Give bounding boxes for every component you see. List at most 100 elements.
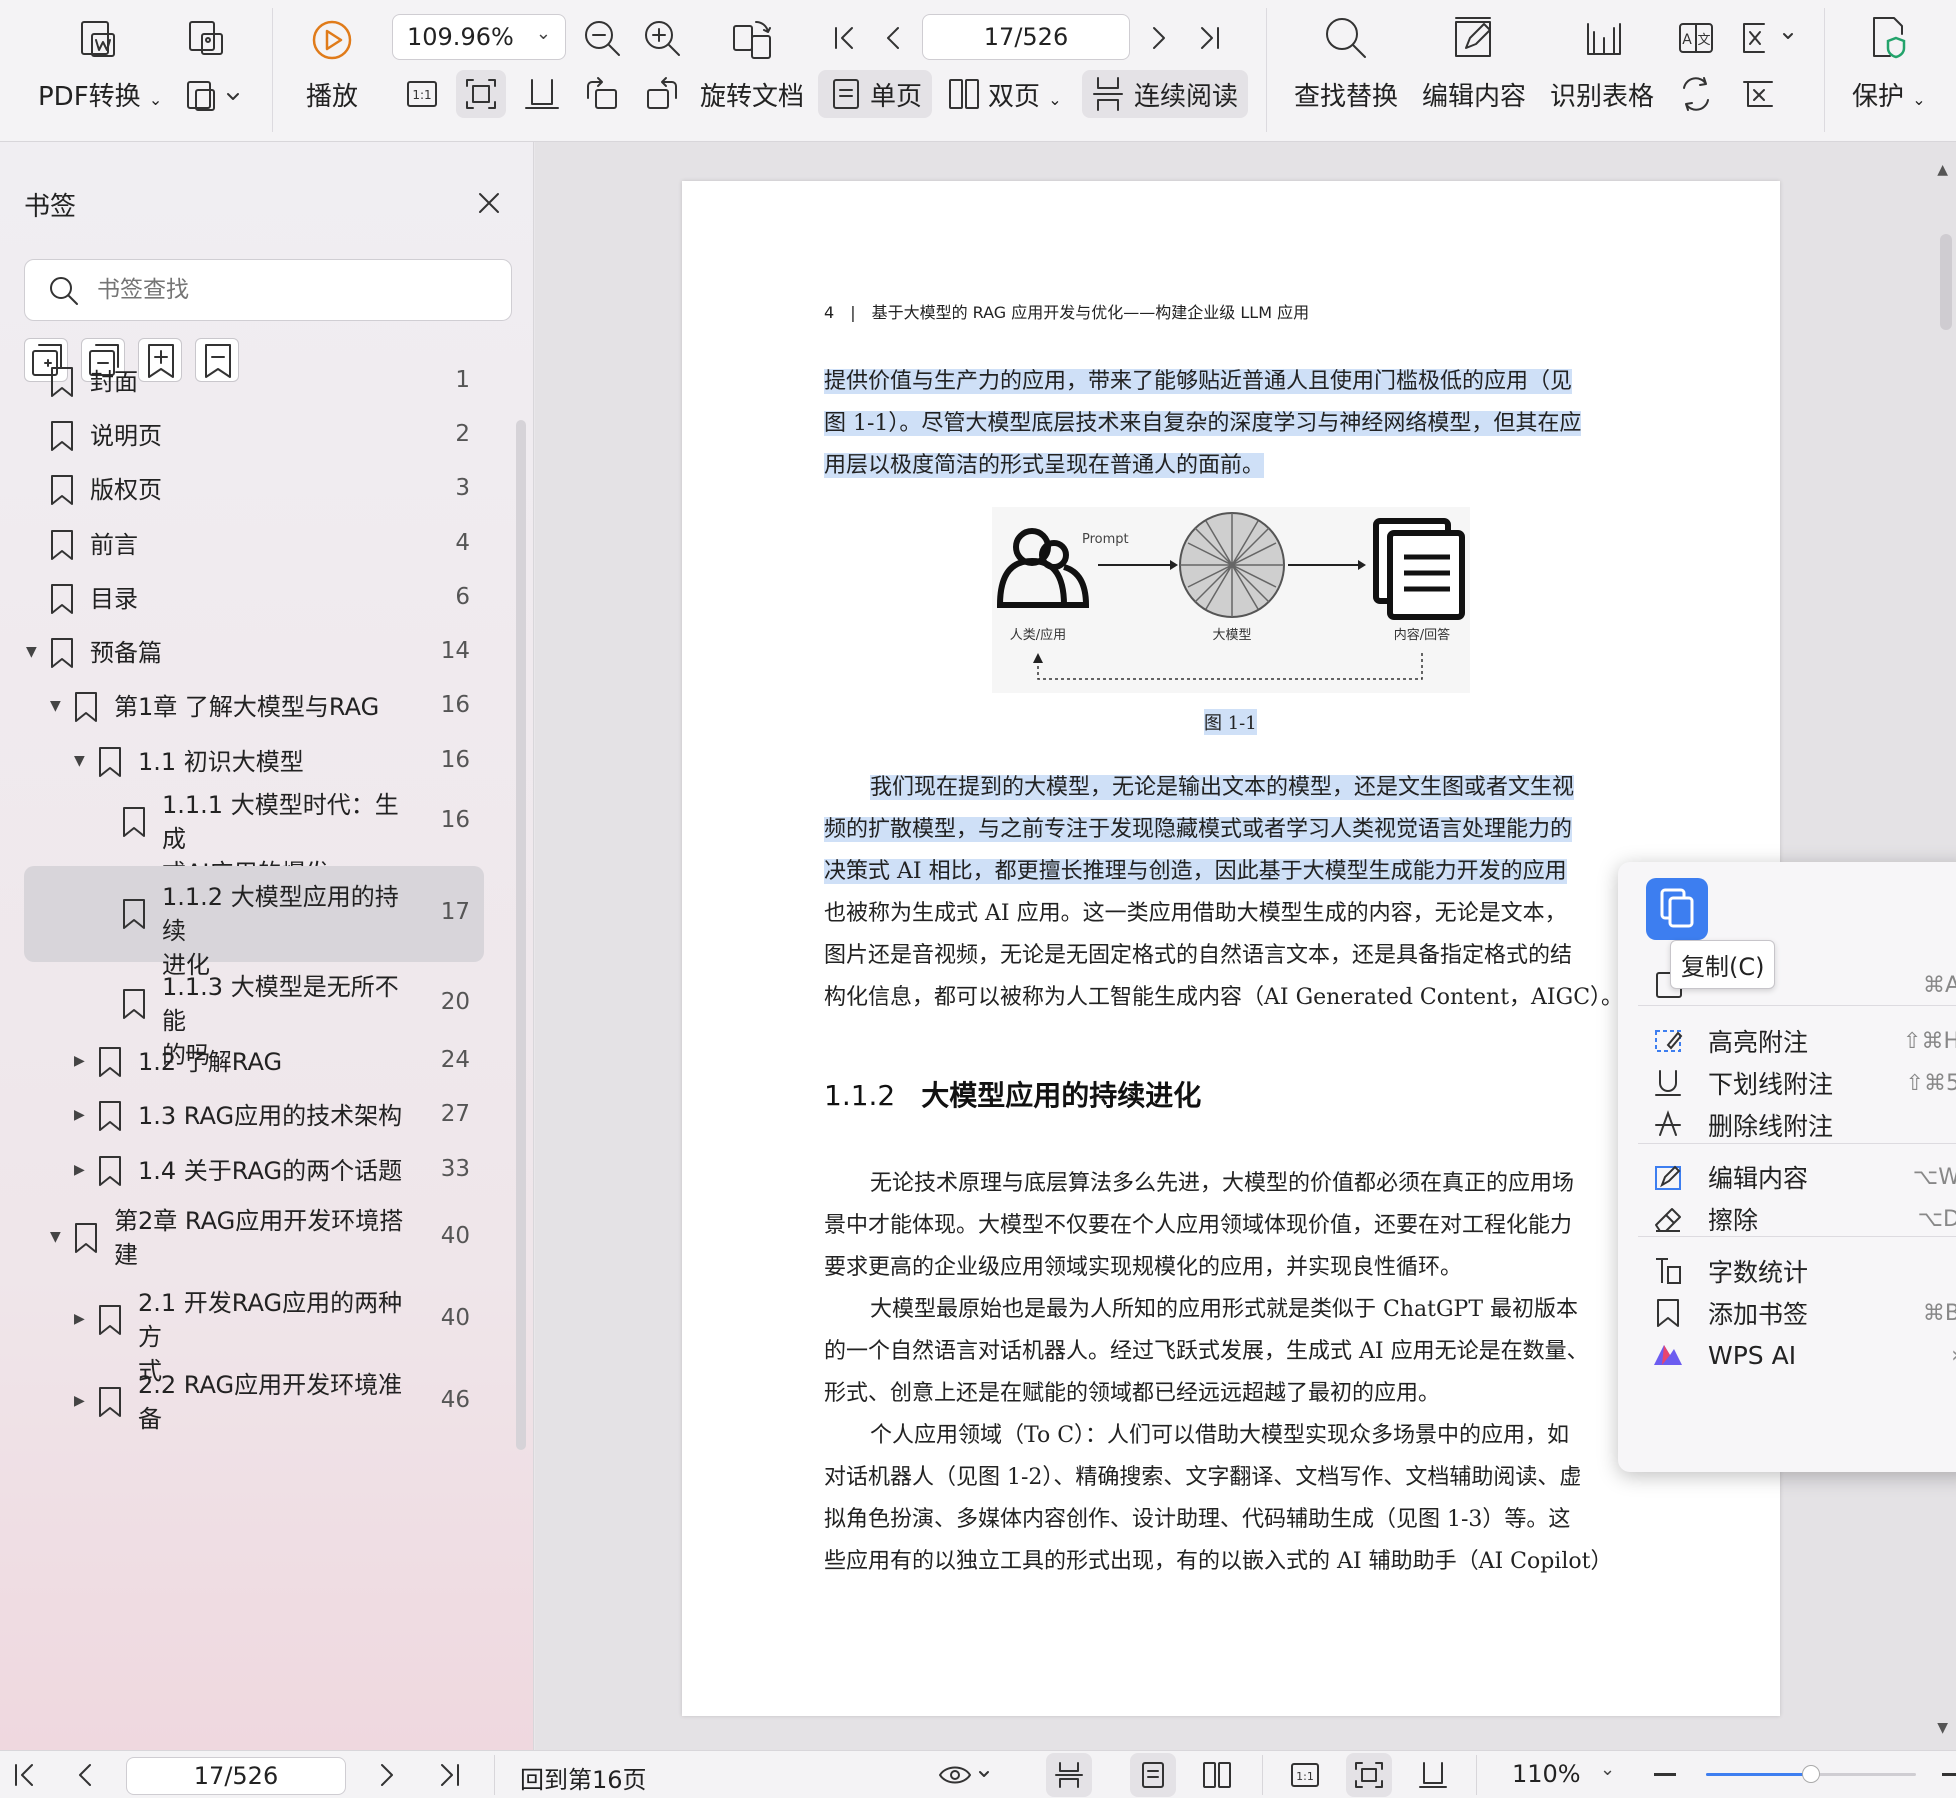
zoom-slider-thumb[interactable]	[1802, 1765, 1820, 1783]
caret-right-icon[interactable]: ▶	[74, 1107, 85, 1123]
sidebar-scrollbar[interactable]	[516, 420, 526, 1450]
status-page-input[interactable]: 17/526	[126, 1757, 346, 1795]
context-menu-item[interactable]: 删除线附注	[1638, 1102, 1956, 1148]
next-page-icon[interactable]	[1140, 20, 1176, 56]
last-page-icon[interactable]	[1192, 20, 1228, 56]
zoom-out-icon[interactable]	[1654, 1773, 1676, 1776]
first-page-icon[interactable]	[826, 20, 862, 56]
chevron-down-icon[interactable]: ⌄	[1600, 1759, 1615, 1780]
bookmark-item[interactable]: ▼ 1.1 初识大模型 16	[24, 737, 484, 787]
scroll-down-icon[interactable]: ▼	[1937, 1720, 1948, 1736]
prev-page-icon[interactable]	[876, 20, 912, 56]
play-button[interactable]: 播放	[306, 76, 358, 113]
bookmark-item[interactable]: ▶ 1.3 RAG应用的技术架构 27	[24, 1091, 484, 1141]
caret-down-icon[interactable]: ▼	[50, 698, 61, 714]
bookmark-item[interactable]: ▶ 1.4 关于RAG的两个话题 33	[24, 1146, 484, 1196]
page-number-input[interactable]: 17/526	[922, 14, 1130, 60]
edit-content-button[interactable]: 编辑内容	[1422, 76, 1526, 113]
bookmark-item[interactable]: 目录 6	[24, 574, 484, 624]
rotate-document-icon[interactable]	[728, 16, 776, 64]
pdf-to-word-icon[interactable]	[76, 18, 120, 62]
bookmark-item[interactable]: 1.1.3 大模型是无所不能 的吗 20	[24, 966, 484, 1069]
rotate-left-icon[interactable]	[582, 74, 622, 114]
compress-icon[interactable]	[1738, 18, 1798, 58]
bookmark-label: 目录	[90, 585, 138, 613]
context-menu-item[interactable]: 字数统计	[1638, 1248, 1956, 1294]
context-menu-item[interactable]: 添加书签 ⌘B	[1638, 1290, 1956, 1336]
scroll-up-icon[interactable]: ▲	[1937, 162, 1948, 178]
rotate-right-icon[interactable]	[642, 74, 682, 114]
zoom-out-icon[interactable]	[580, 16, 624, 60]
actual-size-icon[interactable]: 1:1	[1288, 1759, 1322, 1791]
next-page-icon[interactable]	[370, 1759, 402, 1791]
eye-icon[interactable]	[936, 1759, 998, 1791]
bookmark-search-input[interactable]	[97, 272, 487, 308]
caret-down-icon[interactable]: ▼	[50, 1229, 61, 1245]
fit-width-icon[interactable]	[522, 74, 562, 114]
double-page-icon[interactable]	[1200, 1759, 1234, 1791]
pdf-convert-button[interactable]: PDF转换 ⌄	[38, 76, 162, 113]
play-icon[interactable]	[310, 18, 354, 62]
continuous-read-icon[interactable]	[1052, 1759, 1086, 1791]
caret-right-icon[interactable]: ▶	[74, 1311, 85, 1327]
copy-button[interactable]	[1646, 878, 1708, 940]
bookmark-item[interactable]: ▼ 第1章 了解大模型与RAG 16	[24, 682, 484, 732]
fit-page-icon[interactable]	[1352, 1759, 1386, 1791]
shield-icon[interactable]	[1864, 14, 1912, 62]
export-dropdown-icon[interactable]	[184, 76, 246, 116]
context-menu-item[interactable]: 下划线附注 ⇧⌘5	[1638, 1060, 1956, 1106]
bookmark-item[interactable]: ▶ 2.2 RAG应用开发环境准备 46	[24, 1364, 484, 1440]
caret-right-icon[interactable]: ▶	[74, 1162, 85, 1178]
edit-content-icon[interactable]	[1450, 14, 1498, 62]
close-icon[interactable]	[472, 186, 506, 220]
caret-right-icon[interactable]: ▶	[74, 1053, 85, 1069]
search-icon[interactable]	[1322, 14, 1370, 62]
zoom-slider[interactable]	[1706, 1765, 1916, 1783]
bookmark-item[interactable]: 前言 4	[24, 520, 484, 570]
convert-image-icon[interactable]	[184, 18, 228, 62]
find-replace-button[interactable]: 查找替换	[1294, 76, 1398, 113]
form-icon[interactable]	[1738, 74, 1778, 114]
zoom-in-icon[interactable]	[1942, 1773, 1956, 1776]
bookmark-item[interactable]: ▼ 第2章 RAG应用开发环境搭建 40	[24, 1200, 484, 1276]
caret-right-icon[interactable]: ▶	[74, 1393, 85, 1409]
context-menu-item[interactable]: 高亮附注 ⇧⌘H	[1638, 1018, 1956, 1064]
recognize-table-icon[interactable]	[1580, 14, 1628, 62]
back-to-page-button[interactable]: 回到第16页	[520, 1760, 647, 1795]
bookmark-icon	[99, 1387, 121, 1417]
context-menu-item[interactable]: 编辑内容 ⌥W	[1638, 1154, 1956, 1200]
bookmark-item[interactable]: ▶ 2.1 开发RAG应用的两种方式 40	[24, 1282, 484, 1385]
zoom-select[interactable]: 109.96% ⌄	[392, 14, 566, 60]
single-page-button[interactable]: 单页	[870, 76, 922, 113]
caret-down-icon[interactable]: ▼	[26, 644, 37, 660]
fit-page-icon[interactable]	[461, 74, 501, 114]
sidebar-title: 书签	[24, 192, 77, 222]
first-page-icon[interactable]	[8, 1759, 40, 1791]
bookmark-item[interactable]: 说明页 2	[24, 411, 484, 461]
double-page-button[interactable]: 双页 ⌄	[988, 76, 1062, 113]
bookmark-item[interactable]: 1.1.2 大模型应用的持续 进化 17	[24, 866, 484, 979]
bookmark-item[interactable]: 1.1.1 大模型时代：生成式AI应用的爆发16	[24, 784, 484, 887]
context-menu-item[interactable]: WPS AI ›	[1638, 1332, 1956, 1378]
bookmark-page-number: 3	[455, 475, 470, 501]
continuous-read-button[interactable]: 连续阅读	[1134, 76, 1238, 113]
zoom-in-icon[interactable]	[640, 16, 684, 60]
bookmark-item[interactable]: ▶ 1.2 了解RAG 24	[24, 1037, 484, 1087]
caret-down-icon[interactable]: ▼	[74, 753, 85, 769]
rotate-document-button[interactable]: 旋转文档	[700, 76, 804, 113]
document-scrollbar[interactable]	[1940, 234, 1952, 330]
protect-button[interactable]: 保护 ⌄	[1852, 76, 1926, 113]
zoom-level[interactable]: 110%	[1512, 1760, 1581, 1788]
prev-page-icon[interactable]	[70, 1759, 102, 1791]
ocr-convert-icon[interactable]	[1676, 74, 1716, 114]
single-page-icon[interactable]	[1136, 1759, 1170, 1791]
actual-size-icon[interactable]: 1:1	[402, 74, 442, 114]
fit-width-icon[interactable]	[1416, 1759, 1450, 1791]
translate-icon[interactable]: A文	[1676, 18, 1716, 58]
bookmark-item[interactable]: 版权页 3	[24, 465, 484, 515]
bookmark-search[interactable]	[24, 259, 512, 321]
last-page-icon[interactable]	[434, 1759, 466, 1791]
bookmark-item[interactable]: ▼ 预备篇 14	[24, 628, 484, 678]
bookmark-item[interactable]: 封面 1	[24, 357, 484, 407]
recognize-table-button[interactable]: 识别表格	[1550, 76, 1654, 113]
